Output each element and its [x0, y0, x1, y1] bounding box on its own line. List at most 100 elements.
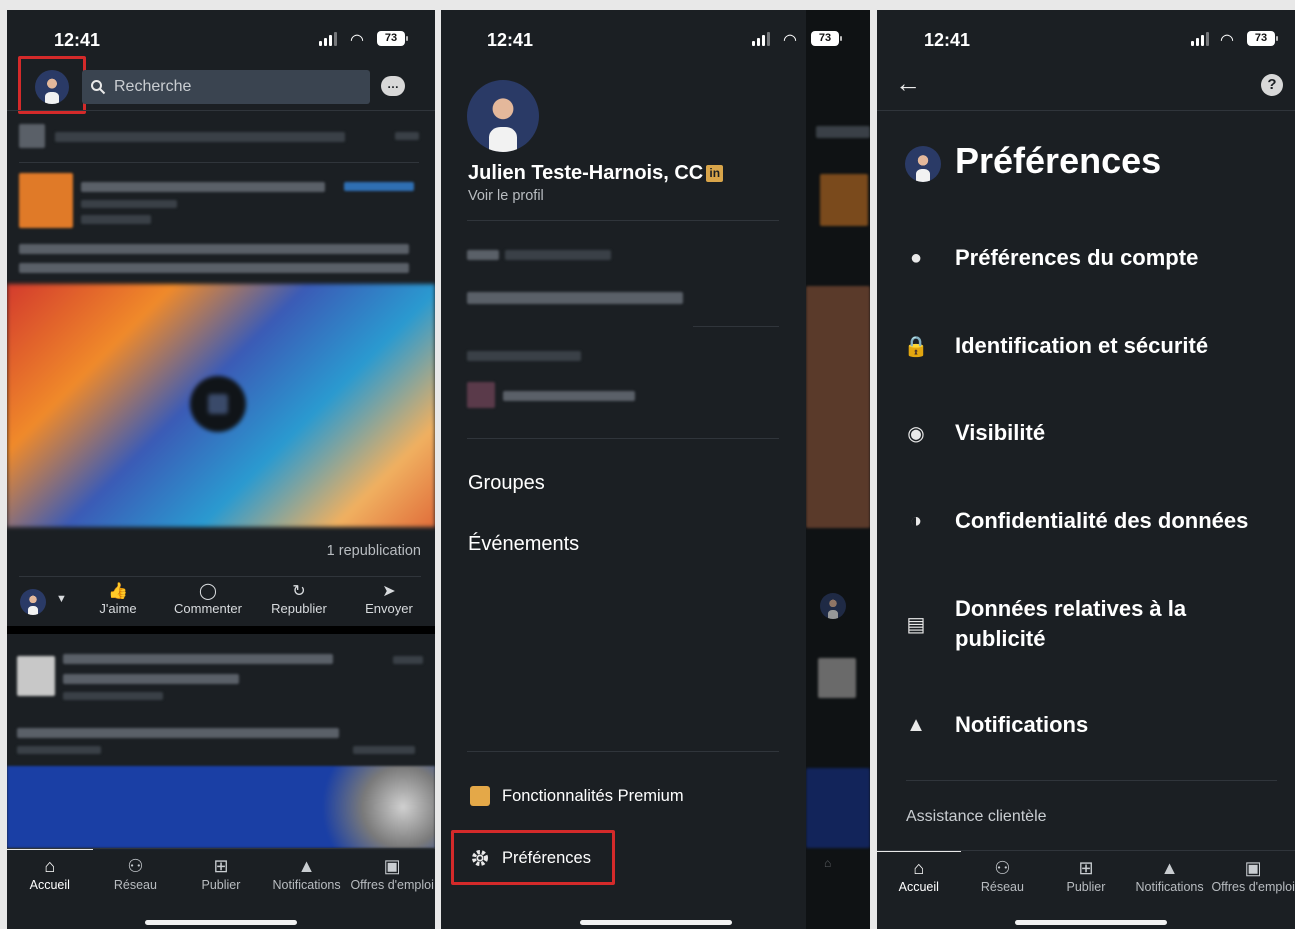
notifications-item[interactable]: ▲ Notifications — [877, 710, 1295, 740]
groups-menu-item[interactable]: Groupes — [468, 472, 545, 495]
premium-features-item[interactable]: Fonctionnalités Premium — [470, 786, 684, 806]
nav-home[interactable]: ⌂ Accueil — [7, 849, 93, 908]
data-privacy-item[interactable]: ◑ Confidentialité des données — [877, 506, 1295, 536]
blurred-content — [81, 215, 151, 224]
view-profile-link[interactable]: Voir le profil — [468, 188, 544, 204]
battery-icon: 73 — [811, 31, 842, 46]
briefcase-icon: ▣ — [383, 856, 401, 876]
premium-icon — [470, 786, 490, 806]
actor-avatar[interactable] — [20, 589, 46, 615]
repost-button[interactable]: ↻ Republier — [266, 583, 332, 616]
blurred-content — [17, 746, 101, 754]
nav-post[interactable]: ⊞ Publier — [1044, 851, 1128, 910]
send-button[interactable]: ➤ Envoyer — [360, 583, 418, 616]
nav-notifications[interactable]: ▲ Notifications — [264, 849, 350, 908]
blurred-content — [55, 132, 345, 142]
blurred-logo — [19, 173, 73, 228]
bottom-navigation: ⌂ Accueil ⚇ Réseau ⊞ Publier ▲ Notifications… — [7, 848, 435, 908]
status-bar: 12:41 ◠ 73 — [441, 28, 870, 52]
repost-icon: ↻ — [292, 583, 306, 600]
visibility-item[interactable]: ◉ Visibilité — [877, 418, 1295, 448]
nav-notifications[interactable]: ▲ Notifications — [1128, 851, 1212, 910]
person-icon: ● — [909, 246, 923, 269]
post-icon: ⊞ — [213, 856, 229, 876]
status-bar: 12:41 ◠ 73 — [877, 28, 1295, 52]
network-icon: ⚇ — [994, 858, 1011, 878]
blurred-logo — [17, 656, 55, 696]
blurred-content — [63, 692, 163, 700]
bell-icon: ▲ — [906, 713, 926, 736]
blurred-content — [505, 250, 611, 260]
sign-in-security-item[interactable]: 🔒 Identification et sécurité — [877, 331, 1295, 361]
bottom-navigation: ⌂ Accueil ⚇ Réseau ⊞ Publier ▲ Notifications… — [877, 850, 1295, 910]
profile-name[interactable]: Julien Teste-Harnois, CC in — [468, 162, 724, 185]
blurred-content — [17, 728, 339, 738]
thumbs-up-icon: 👍 — [108, 583, 128, 600]
ad-icon: ▤ — [906, 613, 926, 636]
like-button[interactable]: 👍 J'aime — [96, 583, 140, 616]
eye-icon: ◉ — [907, 422, 925, 445]
signal-icon — [1191, 32, 1209, 46]
comment-icon: ◯ — [199, 583, 217, 600]
advertising-data-item[interactable]: ▤ Données relatives à la publicité — [877, 594, 1295, 654]
blurred-content — [344, 182, 414, 191]
highlight-box — [18, 56, 86, 114]
lock-icon: 🔒 — [903, 335, 929, 358]
wifi-icon: ◠ — [350, 32, 364, 49]
home-indicator — [1015, 920, 1167, 925]
back-arrow-icon[interactable]: ← — [895, 70, 921, 96]
blurred-content — [63, 654, 333, 664]
profile-avatar — [905, 146, 941, 182]
signal-icon — [752, 32, 770, 46]
side-menu-screen: ⌂ 12:41 ◠ 73 Julien Teste-Harnois, CC in … — [441, 10, 870, 929]
network-icon: ⚇ — [127, 856, 144, 876]
blurred-content — [467, 351, 581, 361]
home-icon: ⌂ — [913, 858, 925, 878]
shield-icon: ◑ — [909, 509, 923, 532]
briefcase-icon: ▣ — [1244, 858, 1262, 878]
chevron-down-icon[interactable]: ▼ — [56, 593, 67, 605]
search-placeholder: Recherche — [114, 78, 192, 95]
feed-screen: 12:41 ◠ 73 Recherche … 1 republication ▼… — [7, 10, 435, 929]
blurred-logo — [467, 382, 495, 408]
linkedin-badge-icon: in — [706, 165, 724, 182]
wifi-icon: ◠ — [783, 32, 797, 49]
blurred-content — [19, 263, 409, 273]
blurred-content — [467, 292, 683, 304]
nav-post[interactable]: ⊞ Publier — [178, 849, 264, 908]
signal-icon — [319, 32, 337, 46]
profile-avatar[interactable] — [467, 80, 539, 152]
nav-jobs[interactable]: ▣ Offres d'emploi — [349, 849, 435, 908]
help-icon[interactable]: ? — [1261, 74, 1283, 96]
blurred-content — [63, 674, 239, 684]
messaging-icon[interactable]: … — [381, 76, 405, 96]
search-icon — [91, 80, 106, 95]
status-time: 12:41 — [924, 30, 971, 50]
wifi-icon: ◠ — [1220, 32, 1234, 49]
blurred-content — [395, 132, 419, 140]
home-icon: ⌂ — [44, 856, 56, 876]
nav-network[interactable]: ⚇ Réseau — [93, 849, 179, 908]
bell-icon: ▲ — [297, 856, 316, 876]
highlight-box — [451, 830, 615, 885]
nav-home[interactable]: ⌂ Accueil — [877, 851, 961, 910]
reposts-count[interactable]: 1 republication — [327, 543, 421, 559]
status-time: 12:41 — [487, 30, 534, 50]
comment-button[interactable]: ◯ Commenter — [169, 583, 247, 616]
search-input[interactable]: Recherche — [82, 70, 370, 104]
dimmed-feed[interactable]: ⌂ — [806, 10, 870, 929]
home-indicator — [580, 920, 732, 925]
blurred-content — [393, 656, 423, 664]
post-image[interactable] — [7, 766, 435, 848]
preferences-screen: 12:41 ◠ 73 ← ? Préférences ● Préférences … — [877, 10, 1295, 929]
blurred-content — [81, 200, 177, 208]
blurred-content — [81, 182, 325, 192]
events-menu-item[interactable]: Événements — [468, 533, 579, 556]
account-preferences-item[interactable]: ● Préférences du compte — [877, 243, 1295, 273]
nav-jobs[interactable]: ▣ Offres d'emploi — [1211, 851, 1295, 910]
blurred-content — [19, 244, 409, 254]
nav-network[interactable]: ⚇ Réseau — [961, 851, 1045, 910]
page-title: Préférences — [955, 140, 1162, 181]
post-image[interactable] — [7, 284, 435, 527]
blurred-content — [19, 124, 45, 148]
